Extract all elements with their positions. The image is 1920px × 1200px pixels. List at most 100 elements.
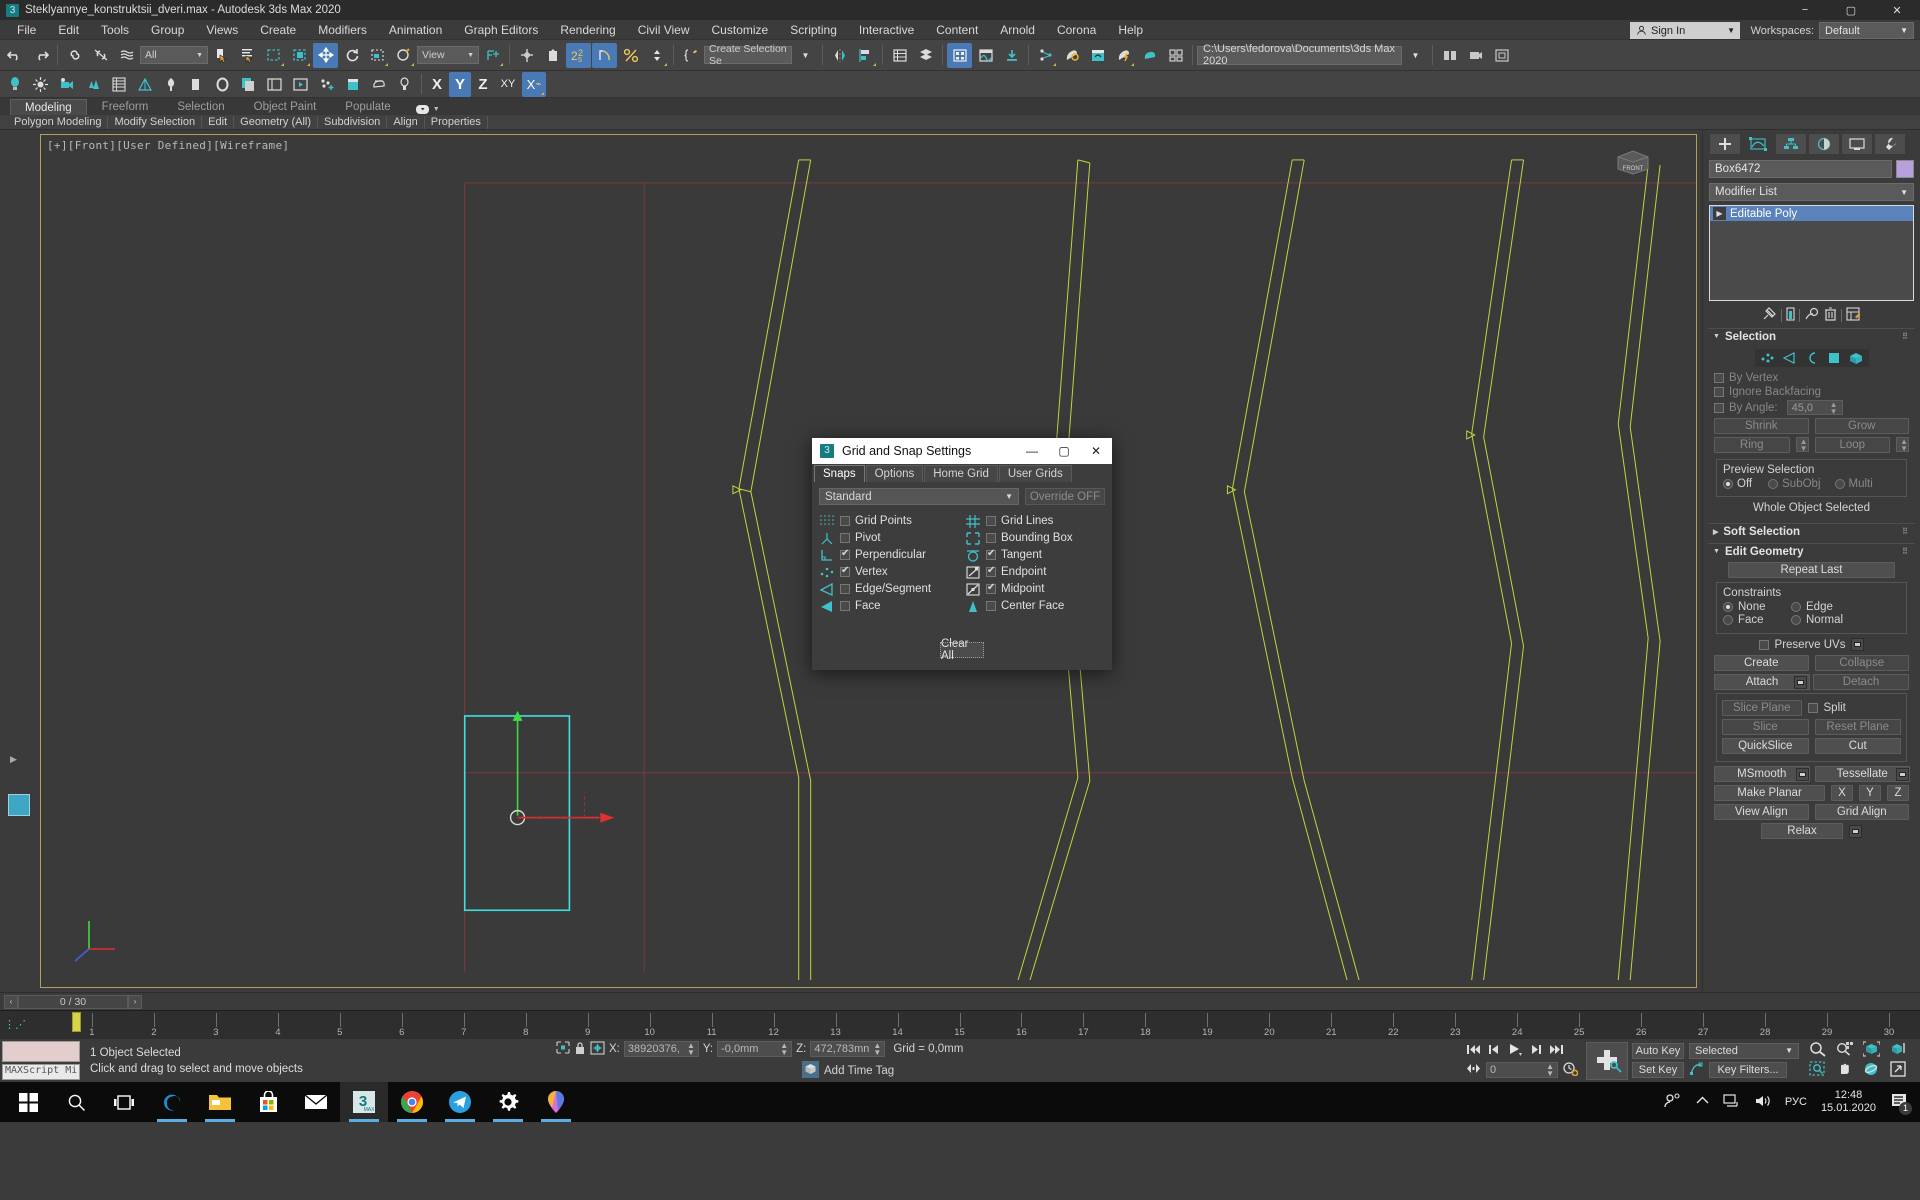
dialog-close-button[interactable]: ✕ xyxy=(1080,438,1112,464)
ribbon-subtab-properties[interactable]: Properties xyxy=(425,116,488,129)
use-pivot-point-center-button[interactable] xyxy=(480,43,505,68)
select-and-move-button[interactable] xyxy=(313,43,338,68)
maximize-button[interactable]: ▢ xyxy=(1828,0,1874,20)
snap-checkbox-edge-segment[interactable] xyxy=(840,584,850,594)
spinner-snap-toggle-button[interactable] xyxy=(644,43,669,68)
snap-checkbox-vertex[interactable] xyxy=(840,567,850,577)
configure-modifier-sets-icon[interactable] xyxy=(1846,307,1862,324)
close-button[interactable]: ✕ xyxy=(1874,0,1920,20)
material-slate-editor-button[interactable] xyxy=(1085,43,1110,68)
expand-arrow-icon[interactable]: ▶ xyxy=(1713,207,1726,220)
menu-item-group[interactable]: Group xyxy=(140,20,195,40)
scene-explorer-button[interactable] xyxy=(913,43,938,68)
constraint-none-radio[interactable] xyxy=(1723,602,1733,612)
ribbon-tab-object-paint[interactable]: Object Paint xyxy=(240,99,331,115)
material-editor-button[interactable] xyxy=(1059,43,1084,68)
menu-item-customize[interactable]: Customize xyxy=(701,20,780,40)
maxscript-output-pane[interactable] xyxy=(2,1041,80,1062)
absolute-relative-mode-icon[interactable] xyxy=(590,1041,605,1058)
spinner-arrows-icon[interactable]: ▲▼ xyxy=(1830,401,1838,415)
select-and-link-button[interactable] xyxy=(62,43,87,68)
menu-item-interactive[interactable]: Interactive xyxy=(848,20,925,40)
select-and-rotate-button[interactable] xyxy=(339,43,364,68)
time-slider-handle[interactable] xyxy=(72,1012,81,1032)
camera-icon[interactable] xyxy=(54,72,79,97)
unlink-selection-button[interactable] xyxy=(88,43,113,68)
rollout-soft-selection-header[interactable]: ▶ Soft Selection ⠿ xyxy=(1708,523,1915,539)
playback-icon[interactable] xyxy=(288,72,313,97)
zoom-extents-icon[interactable] xyxy=(1863,1041,1889,1060)
viewport-expand-icon[interactable]: ▶ xyxy=(10,754,17,765)
play-animation-icon[interactable] xyxy=(1508,1043,1522,1059)
z-coordinate-input[interactable]: 472,783mn▲▼ xyxy=(810,1041,885,1057)
relax-settings-button[interactable] xyxy=(1849,825,1862,838)
select-and-scale-button[interactable] xyxy=(365,43,390,68)
ignore-backfacing-row[interactable]: Ignore Backfacing xyxy=(1714,386,1909,398)
omni-light-icon[interactable] xyxy=(2,72,27,97)
loop-button[interactable]: Loop xyxy=(1815,437,1891,453)
batch-render-button[interactable] xyxy=(1437,43,1462,68)
ring-button[interactable]: Ring xyxy=(1714,437,1790,453)
open-asset-tracking-button[interactable] xyxy=(1033,43,1058,68)
detach-button[interactable]: Detach xyxy=(1813,674,1909,690)
msmooth-settings-button[interactable] xyxy=(1796,768,1809,781)
by-angle-row[interactable]: By Angle: 45,0 ▲▼ xyxy=(1714,400,1909,415)
motion-tab[interactable] xyxy=(1808,133,1840,155)
by-angle-spinner[interactable]: 45,0 ▲▼ xyxy=(1787,400,1843,415)
by-angle-checkbox[interactable] xyxy=(1714,403,1724,413)
go-to-end-icon[interactable] xyxy=(1549,1044,1564,1058)
add-particles-icon[interactable] xyxy=(314,72,339,97)
vertex-level-button[interactable] xyxy=(1757,350,1778,366)
keyboard-shortcut-override-button[interactable] xyxy=(540,43,565,68)
selection-lock-region-icon[interactable] xyxy=(556,1041,570,1057)
snap-checkbox-endpoint[interactable] xyxy=(986,567,996,577)
ribbon-tab-populate[interactable]: Populate xyxy=(331,99,404,115)
telegram-icon[interactable] xyxy=(436,1082,484,1122)
time-configuration-icon[interactable] xyxy=(1563,1062,1578,1079)
make-planar-z-button[interactable]: Z xyxy=(1887,785,1909,801)
camera-sequencer-button[interactable] xyxy=(1463,43,1488,68)
dialog-minimize-button[interactable]: — xyxy=(1016,438,1048,464)
ribbon-tab-selection[interactable]: Selection xyxy=(163,99,238,115)
hierarchy-tab[interactable] xyxy=(1775,133,1807,155)
split-checkbox[interactable] xyxy=(1808,703,1818,713)
ribbon-subtab-edit[interactable]: Edit xyxy=(202,116,234,129)
dialog-tab-snaps[interactable]: Snaps xyxy=(814,465,865,482)
grow-button[interactable]: Grow xyxy=(1815,418,1910,434)
language-indicator[interactable]: РУС xyxy=(1785,1096,1807,1108)
slice-button[interactable]: Slice xyxy=(1722,719,1809,735)
select-object-button[interactable] xyxy=(209,43,234,68)
border-level-button[interactable] xyxy=(1801,350,1822,366)
view-align-button[interactable]: View Align xyxy=(1714,804,1809,820)
snap-option-center-face[interactable]: Center Face xyxy=(965,598,1105,614)
constrain-z-button[interactable]: Z xyxy=(472,72,494,97)
dialog-maximize-button[interactable]: ▢ xyxy=(1048,438,1080,464)
snap-option-grid-lines[interactable]: Grid Lines xyxy=(965,513,1105,529)
polygon-level-button[interactable] xyxy=(1823,350,1844,366)
ribbon-tab-freeform[interactable]: Freeform xyxy=(88,99,163,115)
utilities-tab[interactable] xyxy=(1874,133,1906,155)
layers-icon[interactable] xyxy=(236,72,261,97)
box-icon[interactable] xyxy=(340,72,365,97)
orbit-icon[interactable] xyxy=(1863,1061,1889,1080)
paint3d-icon[interactable] xyxy=(532,1082,580,1122)
tessellate-settings-button[interactable] xyxy=(1896,768,1909,781)
zoom-extents-selected-icon[interactable] xyxy=(1890,1041,1916,1060)
align-button[interactable] xyxy=(853,43,878,68)
modifier-list-select[interactable]: Modifier List ▼ xyxy=(1709,183,1914,201)
edit-named-selection-sets-button[interactable] xyxy=(678,43,703,68)
show-end-result-icon[interactable] xyxy=(1786,307,1795,324)
menu-item-corona[interactable]: Corona xyxy=(1046,20,1107,40)
previous-frame-icon[interactable] xyxy=(1488,1044,1501,1058)
tree-icon[interactable] xyxy=(158,72,183,97)
menu-item-modifiers[interactable]: Modifiers xyxy=(307,20,378,40)
snap-checkbox-face[interactable] xyxy=(840,601,850,611)
notifications-icon[interactable]: 1 xyxy=(1890,1093,1908,1112)
time-ruler-track[interactable]: 1234567891011121314151617181920212223242… xyxy=(30,1011,1920,1038)
snap-checkbox-pivot[interactable] xyxy=(840,533,850,543)
ring-spinner[interactable]: ▲▼ xyxy=(1796,437,1809,452)
snap-option-pivot[interactable]: Pivot xyxy=(819,530,959,546)
rollout-selection-header[interactable]: ▼ Selection ⠿ xyxy=(1708,328,1915,344)
spot-light-icon[interactable] xyxy=(28,72,53,97)
menu-item-content[interactable]: Content xyxy=(925,20,989,40)
